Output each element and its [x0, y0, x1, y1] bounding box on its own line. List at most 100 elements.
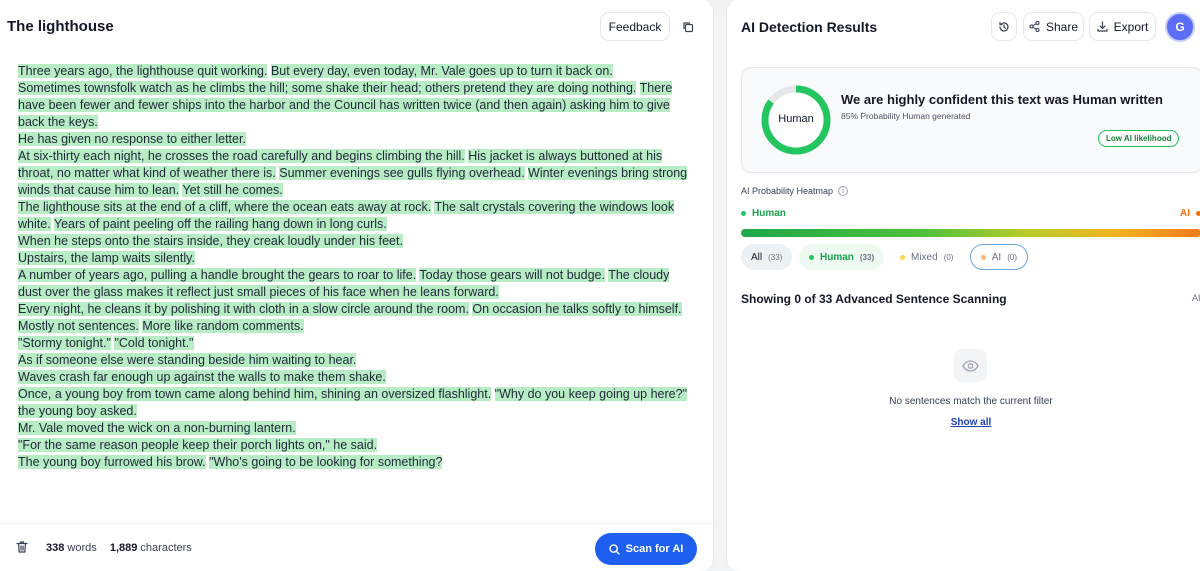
editor-panel: The lighthouse Feedback Three years ago,… — [0, 0, 714, 571]
human-dot-icon — [809, 254, 814, 260]
highlighted-sentence[interactable]: Mostly not sentences. — [18, 319, 139, 333]
text-paragraph: As if someone else were standing beside … — [18, 352, 690, 369]
highlighted-sentence[interactable]: A number of years ago, pulling a handle … — [18, 268, 417, 282]
highlighted-sentence[interactable]: Three years ago, the lighthouse quit wor… — [18, 64, 268, 78]
highlighted-sentence[interactable]: Mr. Vale moved the wick on a non-burning… — [18, 421, 296, 435]
highlighted-sentence[interactable]: "For the same reason people keep their p… — [18, 438, 378, 452]
history-button[interactable] — [991, 12, 1017, 41]
download-icon — [1097, 21, 1108, 32]
filter-all-count: (33) — [768, 252, 783, 262]
empty-state-message: No sentences match the current filter — [889, 396, 1053, 407]
share-button[interactable]: Share — [1023, 12, 1084, 41]
filter-all[interactable]: All (33) — [741, 244, 793, 270]
text-paragraph: He has given no response to either lette… — [18, 131, 690, 148]
verdict-label: Human — [778, 113, 814, 125]
export-label: Export — [1113, 19, 1149, 34]
text-paragraph: Waves crash far enough up against the wa… — [18, 369, 690, 386]
text-paragraph: Every night, he cleans it by polishing i… — [18, 301, 690, 318]
highlighted-sentence[interactable]: He has given no response to either lette… — [18, 132, 246, 146]
highlighted-sentence[interactable]: Years of paint peeling off the railing h… — [53, 217, 387, 231]
mixed-dot-icon — [900, 254, 905, 260]
text-paragraph: At six-thirty each night, he crosses the… — [18, 148, 690, 199]
highlighted-sentence[interactable]: Sometimes townsfolk watch as he climbs t… — [18, 81, 637, 95]
copy-button[interactable] — [675, 12, 700, 41]
word-char-count: 338 words 1,889 characters — [46, 542, 202, 554]
highlighted-sentence[interactable]: As if someone else were standing beside … — [18, 353, 357, 367]
highlighted-sentence[interactable]: When he steps onto the stairs inside, th… — [18, 234, 403, 248]
human-dot-icon — [741, 211, 746, 216]
share-icon — [1029, 21, 1040, 32]
search-icon — [608, 543, 620, 555]
text-paragraph: "Stormy tonight." "Cold tonight." — [18, 335, 690, 352]
likelihood-badge: Low AI likelihood — [1098, 130, 1180, 147]
ai-probability-heatmap-bar — [741, 229, 1200, 237]
highlighted-sentence[interactable]: The lighthouse sits at the end of a clif… — [18, 200, 432, 214]
history-icon — [999, 21, 1009, 32]
editor-header: The lighthouse Feedback — [0, 0, 713, 52]
filter-mixed-label: Mixed — [911, 251, 938, 263]
word-count: 338 — [46, 542, 65, 554]
highlighted-sentence[interactable]: "Stormy tonight." — [18, 336, 111, 350]
char-count: 1,889 — [109, 542, 138, 554]
heatmap-title-text: AI Probability Heatmap — [741, 186, 834, 196]
text-paragraph: The young boy furrowed his brow. "Who's … — [18, 454, 690, 471]
word-count-label: words — [67, 542, 97, 554]
export-button[interactable]: Export — [1089, 12, 1156, 41]
filter-ai-label: AI — [991, 251, 1002, 263]
result-summary-card: Human We are highly confident this text … — [741, 67, 1200, 173]
scan-label: Scan for AI — [625, 543, 684, 555]
results-panel: AI Detection Results Share Export G Huma… — [726, 0, 1200, 571]
ai-dot-icon — [1196, 211, 1200, 216]
highlighted-sentence[interactable]: The young boy furrowed his brow. — [18, 455, 206, 469]
highlighted-sentence[interactable]: "Who's going to be looking for something… — [209, 455, 443, 469]
highlighted-sentence[interactable]: Waves crash far enough up against the wa… — [18, 370, 386, 384]
highlighted-sentence[interactable]: At six-thirty each night, he crosses the… — [18, 149, 465, 163]
empty-state-icon-box — [954, 349, 987, 382]
eye-icon — [962, 359, 979, 372]
filter-human-count: (33) — [859, 252, 875, 262]
feedback-button[interactable]: Feedback — [600, 12, 670, 41]
highlighted-sentence[interactable]: "Cold tonight." — [114, 336, 194, 350]
share-label: Share — [1045, 19, 1079, 34]
heatmap-title: AI Probability Heatmap i — [741, 186, 849, 196]
show-all-link[interactable]: Show all — [727, 417, 1200, 428]
confidence-title: We are highly confident this text was Hu… — [841, 92, 1163, 107]
highlighted-sentence[interactable]: Summer evenings see gulls flying overhea… — [279, 166, 525, 180]
results-title: AI Detection Results — [741, 19, 878, 35]
highlighted-sentence[interactable]: Once, a young boy from town came along b… — [18, 387, 492, 401]
highlighted-sentence[interactable]: Yet still he comes. — [182, 183, 283, 197]
char-count-label: characters — [140, 542, 192, 554]
legend-ai-label: AI — [1180, 208, 1190, 219]
scan-for-ai-button[interactable]: Scan for AI — [595, 533, 697, 565]
user-avatar[interactable]: G — [1165, 12, 1195, 42]
text-paragraph: Mr. Vale moved the wick on a non-burning… — [18, 420, 690, 437]
document-text[interactable]: Three years ago, the lighthouse quit wor… — [18, 63, 690, 471]
legend-ai: AI — [1180, 208, 1200, 219]
info-icon[interactable]: i — [838, 186, 849, 196]
filter-human[interactable]: Human (33) — [799, 244, 885, 270]
filter-ai[interactable]: AI (0) — [970, 244, 1028, 270]
highlighted-sentence[interactable]: But every day, even today, Mr. Vale goes… — [270, 64, 613, 78]
text-paragraph: When he steps onto the stairs inside, th… — [18, 233, 690, 250]
legend-human: Human — [741, 208, 786, 219]
text-paragraph: "For the same reason people keep their p… — [18, 437, 690, 454]
text-paragraph: Once, a young boy from town came along b… — [18, 386, 690, 420]
text-paragraph: Sometimes townsfolk watch as he climbs t… — [18, 80, 690, 131]
trash-icon[interactable] — [15, 540, 29, 554]
showing-count: Showing 0 of 33 Advanced Sentence Scanni… — [741, 292, 1007, 306]
copy-icon — [682, 21, 693, 32]
legend-human-label: Human — [752, 208, 786, 219]
highlighted-sentence[interactable]: Every night, he cleans it by polishing i… — [18, 302, 469, 316]
highlighted-sentence[interactable]: Today those gears will not budge. — [419, 268, 605, 282]
document-title: The lighthouse — [7, 18, 114, 35]
ai-dot-icon — [981, 254, 986, 260]
filter-mixed-count: (0) — [943, 252, 954, 262]
text-paragraph: A number of years ago, pulling a handle … — [18, 267, 690, 301]
highlighted-sentence[interactable]: On occasion he talks softly to himself. — [472, 302, 682, 316]
editor-footer: 338 words 1,889 characters Scan for AI — [0, 523, 713, 571]
highlighted-sentence[interactable]: Upstairs, the lamp waits silently. — [18, 251, 195, 265]
showing-ai-label: AI — [1192, 293, 1200, 303]
filter-ai-count: (0) — [1007, 252, 1017, 262]
filter-mixed[interactable]: Mixed (0) — [890, 244, 963, 270]
highlighted-sentence[interactable]: More like random comments. — [142, 319, 304, 333]
